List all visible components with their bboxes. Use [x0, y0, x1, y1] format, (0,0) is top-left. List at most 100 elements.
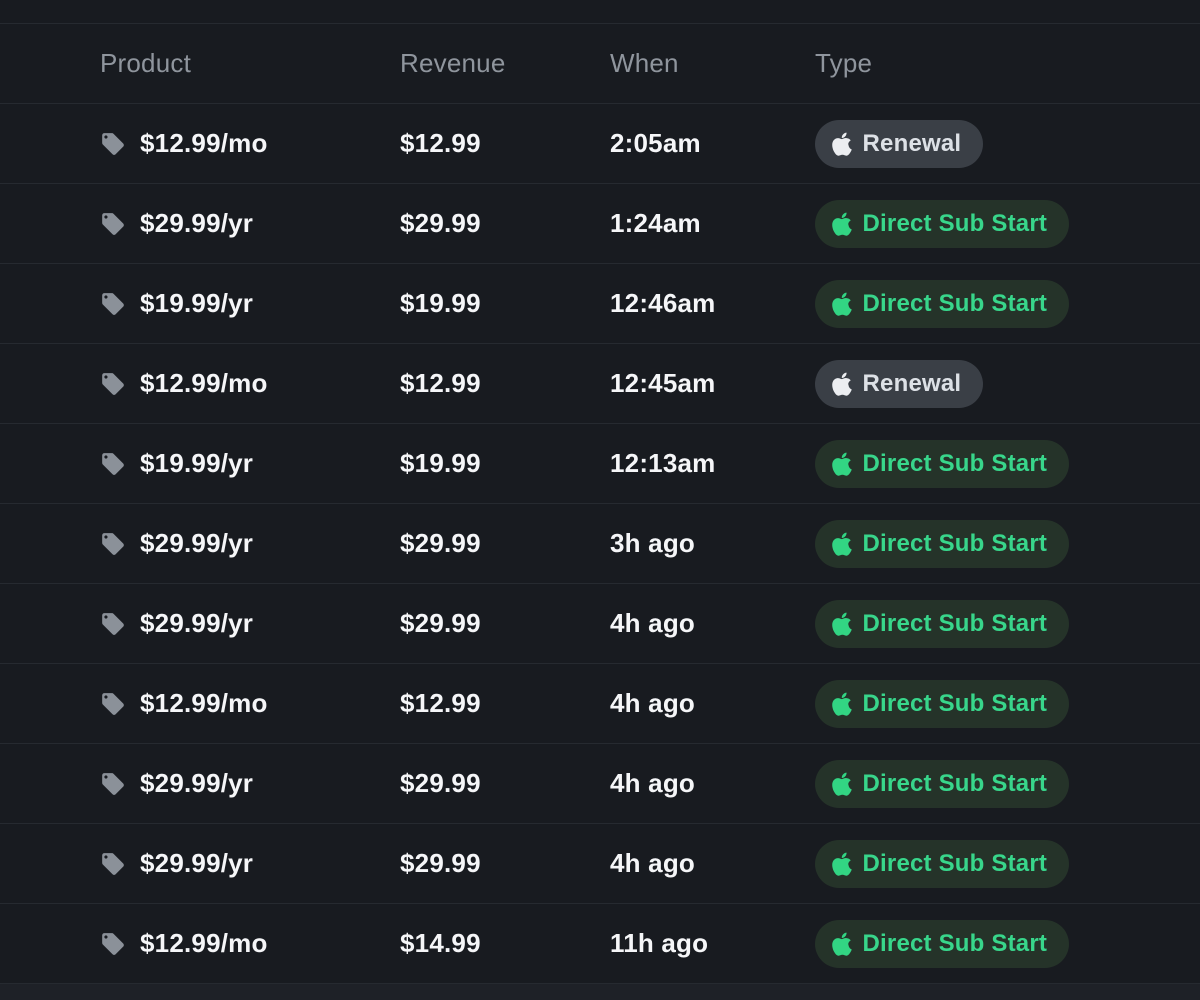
apple-icon: [832, 691, 852, 717]
apple-icon: [832, 131, 852, 157]
transaction-type-badge: Direct Sub Start: [815, 600, 1069, 648]
transaction-type-badge: Direct Sub Start: [815, 680, 1069, 728]
product-cell: $12.99/mo: [140, 368, 268, 399]
when-cell: 4h ago: [610, 848, 815, 879]
table-row[interactable]: $12.99/mo $12.99 4h ago Direct Sub Start: [0, 664, 1200, 744]
product-cell-wrap: $12.99/mo: [100, 928, 400, 959]
tag-icon: [100, 931, 126, 957]
product-cell: $19.99/yr: [140, 448, 253, 479]
transaction-type-badge: Renewal: [815, 120, 983, 168]
product-cell: $12.99/mo: [140, 128, 268, 159]
transaction-type-badge: Direct Sub Start: [815, 840, 1069, 888]
table-row[interactable]: $12.99/mo $12.99 2:05am Renewal: [0, 104, 1200, 184]
apple-icon: [832, 611, 852, 637]
transaction-type-badge: Direct Sub Start: [815, 920, 1069, 968]
table-row[interactable]: $12.99/mo $14.99 11h ago Direct Sub Star…: [0, 904, 1200, 984]
table-row[interactable]: $29.99/yr $29.99 3h ago Direct Sub Start: [0, 504, 1200, 584]
revenue-cell: $29.99: [400, 208, 610, 239]
type-cell-wrap: Direct Sub Start: [815, 680, 1200, 728]
table-row[interactable]: $19.99/yr $19.99 12:13am Direct Sub Star…: [0, 424, 1200, 504]
table-header-row: Product Revenue When Type: [0, 24, 1200, 104]
apple-icon: [832, 531, 852, 557]
revenue-cell: $12.99: [400, 128, 610, 159]
type-cell-wrap: Direct Sub Start: [815, 760, 1200, 808]
badge-label: Direct Sub Start: [863, 690, 1048, 718]
when-cell: 1:24am: [610, 208, 815, 239]
revenue-cell: $12.99: [400, 688, 610, 719]
table-row[interactable]: $29.99/yr $29.99 4h ago Direct Sub Start: [0, 824, 1200, 904]
table-row[interactable]: $29.99/yr $29.99 4h ago Direct Sub Start: [0, 584, 1200, 664]
type-cell-wrap: Direct Sub Start: [815, 280, 1200, 328]
type-cell-wrap: Direct Sub Start: [815, 840, 1200, 888]
badge-label: Direct Sub Start: [863, 850, 1048, 878]
tag-icon: [100, 371, 126, 397]
badge-label: Direct Sub Start: [863, 610, 1048, 638]
type-cell-wrap: Direct Sub Start: [815, 520, 1200, 568]
column-header-type: Type: [815, 48, 1200, 79]
product-cell: $19.99/yr: [140, 288, 253, 319]
revenue-cell: $12.99: [400, 368, 610, 399]
tag-icon: [100, 211, 126, 237]
apple-icon: [832, 771, 852, 797]
apple-icon: [832, 291, 852, 317]
revenue-cell: $29.99: [400, 528, 610, 559]
badge-label: Renewal: [863, 130, 962, 158]
when-cell: 12:13am: [610, 448, 815, 479]
badge-label: Renewal: [863, 370, 962, 398]
table-row[interactable]: $29.99/yr $29.99 1:24am Direct Sub Start: [0, 184, 1200, 264]
when-cell: 4h ago: [610, 688, 815, 719]
when-cell: 4h ago: [610, 608, 815, 639]
badge-label: Direct Sub Start: [863, 930, 1048, 958]
transaction-type-badge: Direct Sub Start: [815, 280, 1069, 328]
badge-label: Direct Sub Start: [863, 530, 1048, 558]
table-row[interactable]: $29.99/yr $29.99 4h ago Direct Sub Start: [0, 744, 1200, 824]
product-cell-wrap: $12.99/mo: [100, 128, 400, 159]
product-cell: $29.99/yr: [140, 608, 253, 639]
product-cell-wrap: $29.99/yr: [100, 848, 400, 879]
badge-label: Direct Sub Start: [863, 450, 1048, 478]
when-cell: 4h ago: [610, 768, 815, 799]
apple-icon: [832, 931, 852, 957]
product-cell-wrap: $12.99/mo: [100, 368, 400, 399]
tag-icon: [100, 531, 126, 557]
type-cell-wrap: Renewal: [815, 360, 1200, 408]
product-cell-wrap: $29.99/yr: [100, 768, 400, 799]
apple-icon: [832, 211, 852, 237]
table-row[interactable]: $12.99/mo $12.99 12:45am Renewal: [0, 344, 1200, 424]
product-cell: $12.99/mo: [140, 688, 268, 719]
table-top-divider: [0, 0, 1200, 24]
tag-icon: [100, 611, 126, 637]
apple-icon: [832, 851, 852, 877]
revenue-cell: $19.99: [400, 288, 610, 319]
badge-label: Direct Sub Start: [863, 770, 1048, 798]
transaction-type-badge: Renewal: [815, 360, 983, 408]
product-cell-wrap: $29.99/yr: [100, 608, 400, 639]
when-cell: 12:45am: [610, 368, 815, 399]
product-cell: $12.99/mo: [140, 928, 268, 959]
revenue-cell: $14.99: [400, 928, 610, 959]
table-row[interactable]: $19.99/yr $19.99 12:46am Direct Sub Star…: [0, 264, 1200, 344]
type-cell-wrap: Renewal: [815, 120, 1200, 168]
apple-icon: [832, 371, 852, 397]
type-cell-wrap: Direct Sub Start: [815, 440, 1200, 488]
when-cell: 12:46am: [610, 288, 815, 319]
badge-label: Direct Sub Start: [863, 290, 1048, 318]
tag-icon: [100, 771, 126, 797]
column-header-product: Product: [100, 48, 400, 79]
product-cell: $29.99/yr: [140, 848, 253, 879]
tag-icon: [100, 851, 126, 877]
type-cell-wrap: Direct Sub Start: [815, 920, 1200, 968]
column-header-revenue: Revenue: [400, 48, 610, 79]
revenue-cell: $29.99: [400, 608, 610, 639]
revenue-cell: $19.99: [400, 448, 610, 479]
product-cell: $29.99/yr: [140, 528, 253, 559]
transaction-type-badge: Direct Sub Start: [815, 520, 1069, 568]
transaction-type-badge: Direct Sub Start: [815, 760, 1069, 808]
product-cell-wrap: $29.99/yr: [100, 208, 400, 239]
when-cell: 2:05am: [610, 128, 815, 159]
when-cell: 3h ago: [610, 528, 815, 559]
tag-icon: [100, 291, 126, 317]
apple-icon: [832, 451, 852, 477]
transaction-type-badge: Direct Sub Start: [815, 200, 1069, 248]
product-cell-wrap: $19.99/yr: [100, 448, 400, 479]
